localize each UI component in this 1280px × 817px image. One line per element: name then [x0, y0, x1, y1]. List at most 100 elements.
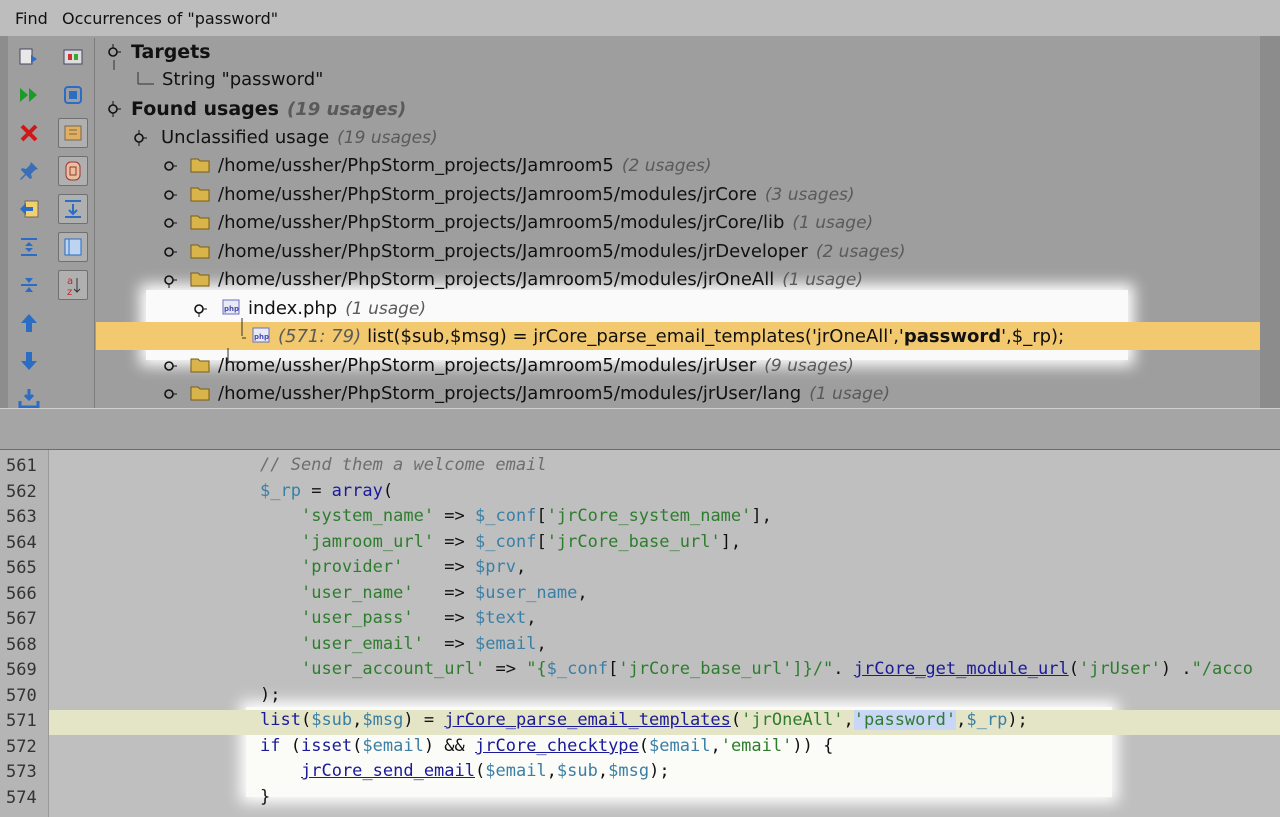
preview-button[interactable] [58, 42, 88, 72]
line-number: 561 [6, 456, 37, 476]
code-token: 'jrCore_base_url' [546, 532, 721, 552]
code-token[interactable]: jrCore_get_module_url [854, 659, 1069, 679]
code-line-572: if (isset($email) && jrCore_checktype($e… [48, 736, 1280, 761]
code-token: ) && [423, 736, 476, 756]
tree-node-target-string[interactable]: String "password" [96, 66, 1260, 94]
code-token: array [331, 481, 383, 501]
panel-splitter[interactable] [0, 408, 1280, 451]
collapse-all-button[interactable] [14, 270, 44, 300]
tree-node-folder[interactable]: /home/ussher/PhpStorm_projects/Jamroom5/… [96, 266, 1260, 294]
expand-toggle-icon[interactable] [161, 187, 177, 203]
folder-icon [190, 158, 210, 173]
expand-toggle-icon[interactable] [191, 301, 207, 317]
expand-toggle-icon[interactable] [161, 158, 177, 174]
up-arrow-icon [21, 314, 37, 332]
tree-node-unclassified[interactable]: Unclassified usage (19 usages) [96, 124, 1260, 152]
code-token: = [300, 481, 332, 501]
tree-node-file[interactable]: php index.php (1 usage) [96, 295, 1260, 323]
pin-button[interactable] [14, 156, 44, 186]
tree-node-found-usages[interactable]: Found usages (19 usages) [96, 95, 1260, 123]
expand-toggle-icon[interactable] [161, 272, 177, 288]
code-line-571: list($sub,$msg) = jrCore_parse_email_tem… [48, 710, 1280, 735]
code-token: ( [638, 736, 650, 756]
preview-icon [63, 49, 83, 65]
code-token[interactable]: jrCore_send_email [301, 761, 475, 781]
code-token: , [577, 583, 588, 603]
next-button[interactable] [14, 346, 44, 376]
code-line-567: 'user_pass' => $text, [48, 608, 1280, 633]
tree-scrollbar[interactable] [1260, 36, 1280, 408]
group-by-directory-toggle[interactable] [58, 194, 88, 224]
code-token: , [352, 710, 363, 730]
stop-button[interactable] [58, 80, 88, 110]
code-token: ( [382, 481, 394, 501]
rerun-button[interactable] [14, 42, 44, 72]
tree-node-folder[interactable]: /home/ussher/PhpStorm_projects/Jamroom5/… [96, 238, 1260, 266]
previous-occurrence-button[interactable] [14, 194, 44, 224]
previous-button[interactable] [14, 308, 44, 338]
run-next-button[interactable] [14, 80, 44, 110]
code-line-566: 'user_name' => $user_name, [48, 583, 1280, 608]
code-token: $text [475, 608, 527, 628]
group-by-module-icon [65, 161, 81, 181]
unclassified-count: (19 usages) [337, 128, 438, 148]
expand-toggle-icon[interactable] [161, 244, 177, 260]
expand-toggle-icon[interactable] [131, 130, 147, 146]
code-token: ( [1068, 659, 1079, 679]
usage-text-before: list($sub,$msg) = jrCore_parse_email_tem… [367, 326, 904, 347]
usage-text-after: ',$_rp); [1001, 326, 1065, 347]
folder-path: /home/ussher/PhpStorm_projects/Jamroom5/… [218, 355, 757, 376]
code-line-573: jrCore_send_email($email,$sub,$msg); [48, 761, 1280, 786]
tree-node-folder[interactable]: /home/ussher/PhpStorm_projects/Jamroom5/… [96, 209, 1260, 237]
close-button[interactable] [14, 118, 44, 148]
expand-toggle-icon[interactable] [105, 44, 121, 60]
targets-label: Targets [131, 41, 211, 63]
tree-node-folder[interactable]: /home/ussher/PhpStorm_projects/Jamroom5/… [96, 181, 1260, 209]
sort-alphabetically-toggle[interactable]: az [58, 270, 88, 300]
folder-icon [190, 386, 210, 401]
tree-node-folder[interactable]: /home/ussher/PhpStorm_projects/Jamroom5/… [96, 380, 1260, 408]
code-token: ], [720, 532, 742, 552]
code-token: => [413, 583, 476, 603]
code-token: $_rp [966, 710, 1008, 730]
code-token: } [260, 787, 271, 807]
code-token[interactable]: jrCore_parse_email_templates [444, 710, 731, 730]
search-match-highlight: 'password' [853, 710, 957, 730]
folder-icon [190, 187, 210, 202]
code-line-574: } [48, 787, 1280, 812]
find-tool-window-header: Find Occurrences of "password" [0, 0, 1280, 37]
usages-tree[interactable]: Targets String "password" Found usages (1… [96, 36, 1260, 408]
code-token: $_conf [475, 506, 537, 526]
svg-text:a: a [67, 276, 73, 287]
code-token: => [485, 659, 527, 679]
code-token: => [423, 634, 476, 654]
group-by-file-toggle[interactable] [58, 232, 88, 262]
group-by-module-toggle[interactable] [58, 156, 88, 186]
code-token[interactable]: jrCore_checktype [475, 736, 639, 756]
code-token: )) { [792, 736, 834, 756]
code-token: $user_name [475, 583, 578, 603]
code-token: $msg [362, 710, 404, 730]
expand-all-button[interactable] [14, 232, 44, 262]
tree-node-usage-selected[interactable]: php (571: 79) list($sub,$msg) = jrCore_par… [96, 323, 1260, 351]
expand-toggle-icon[interactable] [161, 358, 177, 374]
code-line-562: $_rp = array( [48, 481, 1280, 506]
svg-text:z: z [67, 287, 72, 297]
code-token: , [526, 608, 537, 628]
code-token: . [833, 659, 854, 679]
group-by-type-toggle[interactable] [58, 118, 88, 148]
find-tab-label[interactable]: Find [15, 9, 48, 28]
tree-node-folder[interactable]: /home/ussher/PhpStorm_projects/Jamroom5 (… [96, 152, 1260, 180]
expand-toggle-icon[interactable] [161, 215, 177, 231]
folder-count: (3 usages) [764, 185, 855, 205]
expand-toggle-icon[interactable] [105, 101, 121, 117]
code-token: , [536, 634, 547, 654]
tree-node-folder[interactable]: /home/ussher/PhpStorm_projects/Jamroom5/… [96, 352, 1260, 380]
find-toolbar-grouping: az [54, 38, 95, 408]
code-token: , [956, 710, 967, 730]
expand-toggle-icon[interactable] [161, 386, 177, 402]
code-token: 'provider' [301, 557, 404, 577]
folder-path: /home/ussher/PhpStorm_projects/Jamroom5/… [218, 383, 802, 404]
tree-node-targets[interactable]: Targets [96, 38, 1260, 66]
stop-icon [64, 86, 82, 104]
